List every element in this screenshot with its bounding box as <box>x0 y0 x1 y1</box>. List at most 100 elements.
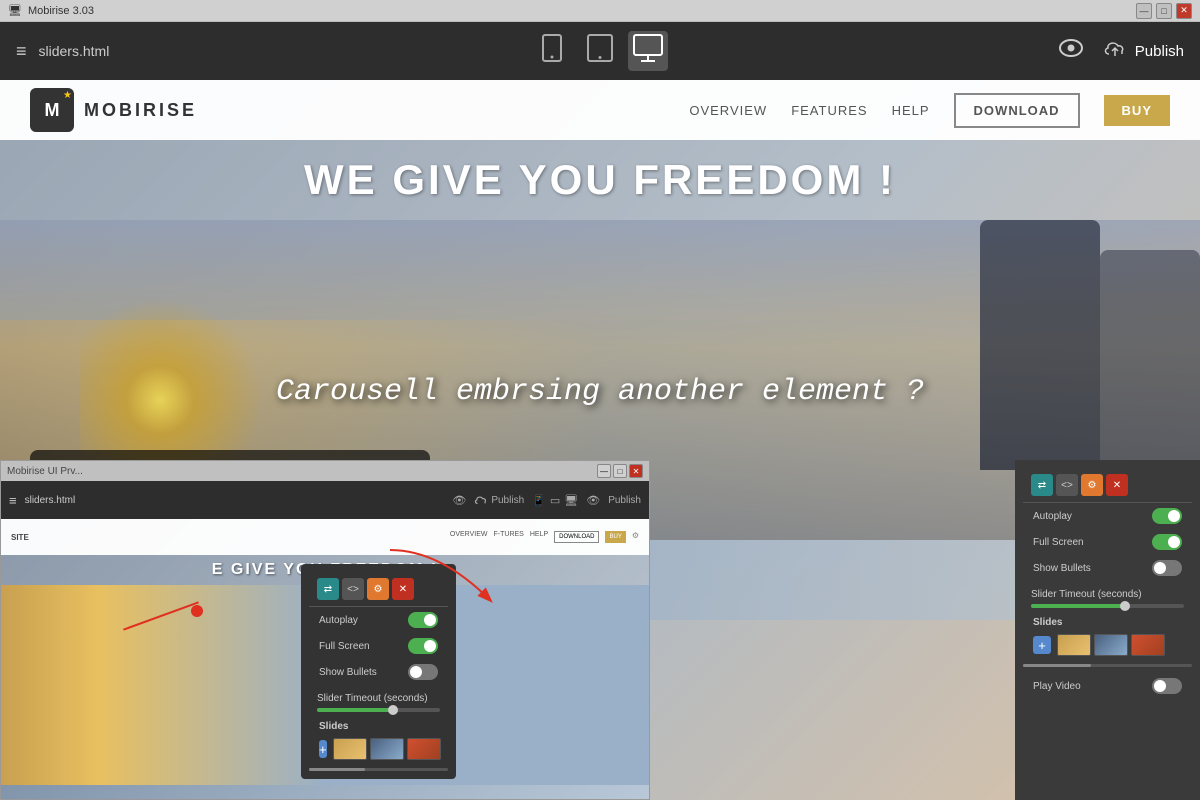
brand-logo-letter: M <box>45 100 60 121</box>
sp-bullets-label-r: Show Bullets <box>1033 563 1091 574</box>
preview-area: M ★ MOBIRISE OVERVIEW FEATURES HELP DOWN… <box>0 80 1200 800</box>
sp-bullets-row-r: Show Bullets <box>1023 555 1192 581</box>
publish-button[interactable]: Publish <box>1103 40 1184 63</box>
sp-blocks-btn[interactable]: ⇄ <box>317 578 339 600</box>
sp-timeout-slider[interactable] <box>317 708 440 712</box>
sp-timeout-label: Slider Timeout (seconds) <box>317 693 428 704</box>
sp-slide-thumb-2[interactable] <box>370 738 404 760</box>
nested-close-btn[interactable]: ✕ <box>629 464 643 478</box>
sp-add-slide-btn-r[interactable]: + <box>1033 636 1051 654</box>
sp-fullscreen-toggle-r[interactable] <box>1152 534 1182 550</box>
close-btn[interactable]: ✕ <box>1176 3 1192 19</box>
desktop-view-btn[interactable] <box>628 31 668 71</box>
nested-filename: sliders.html <box>25 495 76 506</box>
nested-settings-icon[interactable]: ⚙ <box>632 531 639 543</box>
brand-logo-star: ★ <box>63 90 72 101</box>
mobile-icon <box>541 34 563 68</box>
nav-link-overview[interactable]: OVERVIEW <box>689 103 767 118</box>
sp-autoplay-row-r: Autoplay <box>1023 503 1192 529</box>
sp-autoplay-label-r: Autoplay <box>1033 511 1072 522</box>
sp-slide-thumb-r2[interactable] <box>1094 634 1128 656</box>
desktop-icon <box>633 34 663 68</box>
brand-name: MOBIRISE <box>84 100 197 121</box>
nav-links: OVERVIEW FEATURES HELP DOWNLOAD BUY <box>689 93 1170 128</box>
sp-autoplay-row: Autoplay <box>309 607 448 633</box>
nested-publish-right[interactable]: Publish <box>608 495 641 506</box>
sp-header-right: ⇄ <> ⚙ ✕ <box>1023 468 1192 503</box>
nav-link-features[interactable]: FEATURES <box>791 103 867 118</box>
sp-fullscreen-label-r: Full Screen <box>1033 537 1084 548</box>
nested-desktop-icon[interactable]: 🖥 <box>564 494 578 507</box>
right-panel-content: ⇄ <> ⚙ ✕ Autoplay Full Screen Show Bulle… <box>1015 460 1200 707</box>
nested-menu-icon[interactable]: ≡ <box>9 493 17 508</box>
nested-max-btn[interactable]: □ <box>613 464 627 478</box>
minimize-btn[interactable]: — <box>1136 3 1152 19</box>
maximize-btn[interactable]: □ <box>1156 3 1172 19</box>
sp-delete-btn-r[interactable]: ✕ <box>1106 474 1128 496</box>
sp-code-btn-r[interactable]: <> <box>1056 474 1078 496</box>
sp-blocks-btn-r[interactable]: ⇄ <box>1031 474 1053 496</box>
title-bar-controls[interactable]: — □ ✕ <box>1136 3 1192 19</box>
tablet-view-btn[interactable] <box>580 31 620 71</box>
nested-download-btn[interactable]: DOWNLOAD <box>554 531 599 543</box>
nested-screenshot-area: Mobirise UI Prv... — □ ✕ ≡ sliders.html … <box>0 460 1200 800</box>
sp-delete-btn[interactable]: ✕ <box>392 578 414 600</box>
sp-playvideo-toggle-r[interactable] <box>1152 678 1182 694</box>
tablet-icon <box>587 34 613 68</box>
sp-settings-btn[interactable]: ⚙ <box>367 578 389 600</box>
nested-tablet-icon[interactable]: ▭ <box>550 494 560 507</box>
sp-slider-thumb-r[interactable] <box>1120 601 1130 611</box>
sp-timeout-slider-r[interactable] <box>1031 604 1184 608</box>
nested-mobile-icon[interactable]: 📱 <box>532 494 546 507</box>
sp-slide-thumb-r3[interactable] <box>1131 634 1165 656</box>
nested-title-controls: — □ ✕ <box>597 464 643 478</box>
settings-panel-left: ⇄ <> ⚙ ✕ Autoplay Full Screen Show Bulle… <box>301 564 456 779</box>
sp-slides-label: Slides <box>309 717 448 734</box>
nav-download-btn[interactable]: DOWNLOAD <box>954 93 1080 128</box>
brand-logo: M ★ <box>30 88 74 132</box>
sp-fullscreen-toggle[interactable] <box>408 638 438 654</box>
nested-min-btn[interactable]: — <box>597 464 611 478</box>
sp-slides-add-row: + <box>309 734 448 764</box>
filename-label: sliders.html <box>39 43 110 59</box>
sp-add-slide-btn[interactable]: + <box>319 740 327 758</box>
sp-header-left: ⇄ <> ⚙ ✕ <box>309 572 448 607</box>
nested-preview-icon[interactable]: 👁 <box>452 494 466 507</box>
nested-buy-btn[interactable]: BUY <box>605 531 625 543</box>
mobile-view-btn[interactable] <box>532 31 572 71</box>
sp-bullets-toggle[interactable] <box>408 664 438 680</box>
app-icon: 🖥 <box>8 4 22 17</box>
app-title: Mobirise 3.03 <box>28 5 94 17</box>
sp-settings-btn-r[interactable]: ⚙ <box>1081 474 1103 496</box>
sp-code-btn[interactable]: <> <box>342 578 364 600</box>
sp-slides-label-r: Slides <box>1023 613 1192 630</box>
nested-publish-btn[interactable]: Publish <box>474 495 524 506</box>
title-bar: 🖥 Mobirise 3.03 — □ ✕ <box>0 0 1200 22</box>
sp-autoplay-toggle[interactable] <box>408 612 438 628</box>
sp-slide-thumb-r1[interactable] <box>1057 634 1091 656</box>
nested-device-icons: 📱 ▭ 🖥 <box>532 494 578 507</box>
sp-slides-add-row-r: + <box>1023 630 1192 660</box>
sp-bullets-toggle-r[interactable] <box>1152 560 1182 576</box>
sp-bullets-label: Show Bullets <box>319 667 377 678</box>
nested-toolbar-right: 👁 Publish 📱 ▭ 🖥 👁 Publish <box>452 494 641 507</box>
red-arrow-dot <box>191 605 203 617</box>
nested-preview-eye[interactable]: 👁 <box>586 494 600 507</box>
toolbar-left: ≡ sliders.html <box>16 41 109 62</box>
toolbar-right: Publish <box>1059 39 1184 63</box>
sp-slide-thumbnails-r <box>1057 634 1165 656</box>
sp-timeout-section-r: Slider Timeout (seconds) <box>1023 581 1192 613</box>
nav-buy-btn[interactable]: BUY <box>1104 95 1170 126</box>
menu-icon[interactable]: ≡ <box>16 41 27 62</box>
sp-fullscreen-row: Full Screen <box>309 633 448 659</box>
main-toolbar: ≡ sliders.html <box>0 22 1200 80</box>
preview-btn[interactable] <box>1059 39 1083 63</box>
sp-slide-thumb-3[interactable] <box>407 738 441 760</box>
nested-title-bar: Mobirise UI Prv... — □ ✕ <box>1 461 649 481</box>
sp-slide-thumb-1[interactable] <box>333 738 367 760</box>
preview-nav: M ★ MOBIRISE OVERVIEW FEATURES HELP DOWN… <box>0 80 1200 140</box>
sp-autoplay-toggle-r[interactable] <box>1152 508 1182 524</box>
sp-slider-thumb[interactable] <box>388 705 398 715</box>
brand: M ★ MOBIRISE <box>30 88 197 132</box>
nav-link-help[interactable]: HELP <box>892 103 930 118</box>
